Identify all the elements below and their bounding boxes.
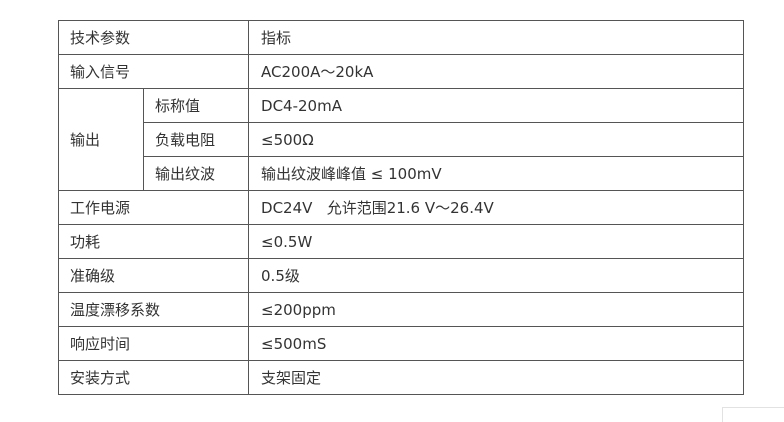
table-row-output-load: 负载电阻 ≤500Ω <box>59 122 745 157</box>
table-row-input: 输入信号 AC200A～20kA <box>57 54 745 89</box>
output-ripple-value: 输出纹波峰峰值 ≤ 100mV <box>248 156 745 191</box>
table-row-output-ripple: 输出纹波 输出纹波峰峰值 ≤ 100mV <box>59 156 745 191</box>
power-supply-label: 工作电源 <box>57 190 250 225</box>
table-row-power-supply: 工作电源 DC24V 允许范围21.6 V～26.4V <box>57 190 745 225</box>
output-load-value: ≤500Ω <box>248 122 745 157</box>
spec-table: 技术参数 指标 输入信号 AC200A～20kA 输出 标称值 DC4-20mA… <box>57 20 745 395</box>
power-consumption-value: ≤0.5W <box>248 224 745 259</box>
output-ripple-label: 输出纹波 <box>142 156 250 191</box>
table-row-power-consumption: 功耗 ≤0.5W <box>57 224 745 259</box>
power-consumption-label: 功耗 <box>57 224 250 259</box>
table-row-output-rated: 输出 标称值 DC4-20mA <box>58 88 745 191</box>
output-load-label: 负载电阻 <box>142 122 250 157</box>
power-supply-value: DC24V 允许范围21.6 V～26.4V <box>248 190 745 225</box>
output-rated-label: 标称值 <box>142 88 250 123</box>
table-row-response-time: 响应时间 ≤500mS <box>57 326 745 361</box>
accuracy-value: 0.5级 <box>248 258 745 293</box>
output-rated-value: DC4-20mA <box>248 88 745 123</box>
header-param-cell: 技术参数 <box>57 20 250 55</box>
input-label: 输入信号 <box>57 54 250 89</box>
response-time-label: 响应时间 <box>57 326 250 361</box>
page-corner-divider <box>722 407 784 422</box>
table-row-accuracy: 准确级 0.5级 <box>57 258 745 293</box>
input-value: AC200A～20kA <box>248 54 745 89</box>
table-row-temp-drift: 温度漂移系数 ≤200ppm <box>57 292 745 327</box>
table-row-mounting: 安装方式 支架固定 <box>57 360 745 395</box>
mounting-label: 安装方式 <box>57 360 250 395</box>
header-spec-cell: 指标 <box>248 20 745 55</box>
accuracy-label: 准确级 <box>57 258 250 293</box>
response-time-value: ≤500mS <box>248 326 745 361</box>
temp-drift-label: 温度漂移系数 <box>57 292 250 327</box>
output-label: 输出 <box>58 88 144 191</box>
mounting-value: 支架固定 <box>248 360 745 395</box>
temp-drift-value: ≤200ppm <box>248 292 745 327</box>
table-row-header: 技术参数 指标 <box>57 20 745 55</box>
